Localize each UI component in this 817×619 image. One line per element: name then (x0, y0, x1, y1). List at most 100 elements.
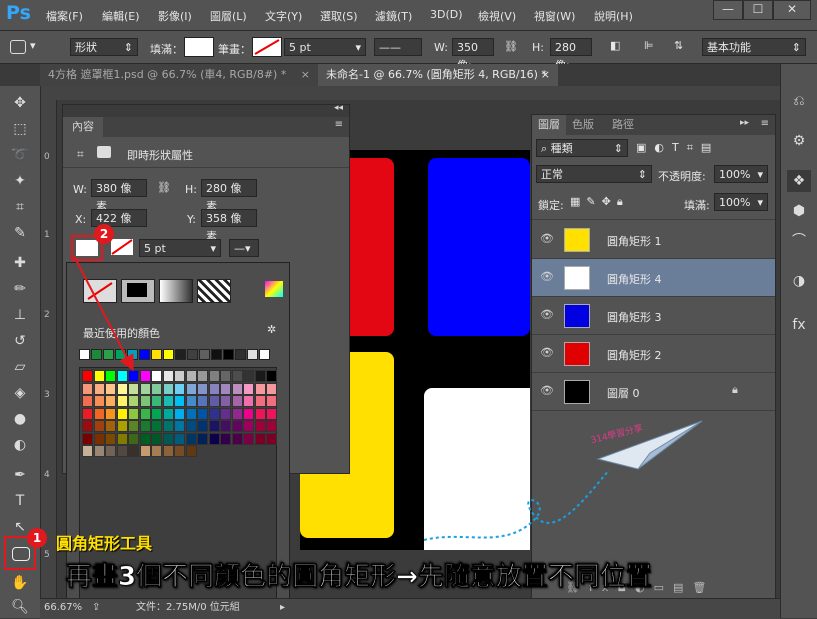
pattern-button[interactable] (197, 279, 231, 303)
color-swatch[interactable] (174, 407, 185, 420)
prop-stroke-size[interactable]: 5 pt ▾ (139, 239, 221, 257)
color-swatch[interactable] (185, 420, 197, 432)
tab-document-1[interactable]: 4方格 遮罩框1.psd @ 66.7% (車4, RGB/8#) * × (40, 64, 318, 86)
color-swatch[interactable] (139, 407, 151, 420)
close-window-button[interactable]: ✕ (773, 0, 811, 20)
color-swatch[interactable] (105, 420, 116, 432)
color-swatch[interactable] (105, 432, 116, 445)
hand-tool-icon[interactable]: ✋ (8, 572, 32, 594)
color-swatch[interactable] (93, 407, 105, 420)
color-swatch[interactable] (128, 395, 139, 407)
eye-icon[interactable]: 👁︎ (540, 346, 554, 359)
color-swatch[interactable] (208, 382, 220, 395)
recent-swatch[interactable] (259, 349, 270, 360)
eyedropper-tool-icon[interactable]: ✎ (8, 222, 32, 244)
color-swatch[interactable] (231, 370, 243, 382)
color-swatch[interactable] (128, 420, 139, 432)
layer-row-3[interactable]: 👁︎ 圓角矩形 3 (532, 297, 775, 335)
stroke-size-input[interactable]: 5 pt ▾ (284, 38, 366, 56)
recent-swatch[interactable] (175, 349, 186, 360)
color-swatch[interactable] (174, 420, 185, 432)
menu-select[interactable]: 選取(S) (320, 8, 358, 24)
color-swatch[interactable] (208, 370, 220, 382)
menu-image[interactable]: 影像(I) (158, 8, 192, 24)
menu-type[interactable]: 文字(Y) (265, 8, 302, 24)
channels-panel-icon[interactable]: ⬢ (787, 200, 811, 222)
color-swatch[interactable] (82, 432, 93, 445)
color-swatch[interactable] (243, 382, 254, 395)
history-brush-tool-icon[interactable]: ↺ (8, 330, 32, 352)
color-swatch[interactable] (93, 420, 105, 432)
color-swatch[interactable] (162, 420, 174, 432)
color-swatch[interactable] (197, 420, 208, 432)
color-swatch[interactable] (116, 432, 128, 445)
color-swatch[interactable] (185, 407, 197, 420)
color-swatch[interactable] (151, 420, 162, 432)
blur-tool-icon[interactable]: ● (8, 408, 32, 430)
width-input[interactable]: 350 像: (452, 38, 494, 72)
panel-titlebar[interactable]: ◂◂ (63, 103, 349, 117)
color-swatch[interactable] (266, 420, 277, 432)
color-swatch[interactable] (243, 420, 254, 432)
workspace-select[interactable]: 基本功能 ⇕ (702, 38, 806, 56)
color-swatch[interactable] (231, 420, 243, 432)
menu-3d[interactable]: 3D(D) (430, 8, 463, 21)
crop-tool-icon[interactable]: ⌗ (8, 196, 32, 218)
color-swatch[interactable] (208, 420, 220, 432)
zoom-level[interactable]: 66.67% (44, 599, 82, 617)
color-swatch[interactable] (266, 407, 277, 420)
color-swatch[interactable] (208, 407, 220, 420)
type-tool-icon[interactable]: T (8, 490, 32, 512)
path-arrange-icon[interactable]: ⇅ (674, 39, 683, 52)
color-swatch[interactable] (93, 445, 105, 457)
eye-icon[interactable]: 👁︎ (540, 308, 554, 321)
color-swatch[interactable] (82, 420, 93, 432)
color-swatch[interactable] (174, 370, 185, 382)
color-swatch[interactable] (93, 382, 105, 395)
color-swatch[interactable] (151, 395, 162, 407)
color-swatch[interactable] (105, 407, 116, 420)
menu-window[interactable]: 視窗(W) (534, 8, 575, 24)
lasso-tool-icon[interactable]: ➰ (8, 144, 32, 166)
adjustments-panel-icon[interactable]: ◑ (787, 270, 811, 292)
color-swatch[interactable] (174, 382, 185, 395)
color-swatch[interactable] (254, 432, 266, 445)
color-swatch[interactable] (208, 395, 220, 407)
color-swatch[interactable] (231, 432, 243, 445)
color-swatch[interactable] (139, 420, 151, 432)
fill-swatch[interactable] (184, 37, 214, 57)
panel-menu-icon[interactable]: ≡ (335, 119, 343, 130)
eye-icon[interactable]: 👁︎ (540, 384, 554, 397)
color-swatch[interactable] (82, 407, 93, 420)
layer-row-4[interactable]: 👁︎ 圓角矩形 2 (532, 335, 775, 373)
color-swatch[interactable] (162, 407, 174, 420)
color-swatch[interactable] (151, 407, 162, 420)
color-swatch[interactable] (82, 395, 93, 407)
brush-tool-icon[interactable]: ✏ (8, 278, 32, 300)
tool-preset-picker[interactable]: ▾ (8, 37, 54, 57)
dodge-tool-icon[interactable]: ◐ (8, 434, 32, 456)
gradient-button[interactable] (159, 279, 193, 303)
blue-rounded-rect[interactable] (428, 158, 530, 336)
collapse-icon[interactable]: ◂◂ (334, 103, 343, 113)
color-swatch[interactable] (151, 382, 162, 395)
color-swatch[interactable] (139, 382, 151, 395)
color-swatch[interactable] (128, 382, 139, 395)
color-swatch[interactable] (116, 407, 128, 420)
tab-channels[interactable]: 色版 (572, 115, 594, 135)
color-swatch[interactable] (220, 370, 231, 382)
panel-menu-icon[interactable]: ≡ (761, 118, 769, 129)
color-swatch[interactable] (266, 395, 277, 407)
color-swatch[interactable] (197, 370, 208, 382)
color-swatch[interactable] (128, 445, 139, 457)
color-swatch[interactable] (162, 395, 174, 407)
styles-panel-icon[interactable]: fx (787, 314, 811, 336)
color-swatch[interactable] (162, 445, 174, 457)
layer-filter-icons[interactable]: ▣◐T⌗▤ (636, 141, 719, 155)
color-swatch[interactable] (254, 407, 266, 420)
export-icon[interactable]: ⇪ (92, 599, 100, 617)
chevron-right-icon[interactable]: ▸ (280, 599, 285, 617)
color-swatch[interactable] (105, 382, 116, 395)
paths-panel-icon[interactable]: ⌒ (787, 230, 811, 252)
prop-y-input[interactable]: 358 像素 (201, 209, 257, 243)
